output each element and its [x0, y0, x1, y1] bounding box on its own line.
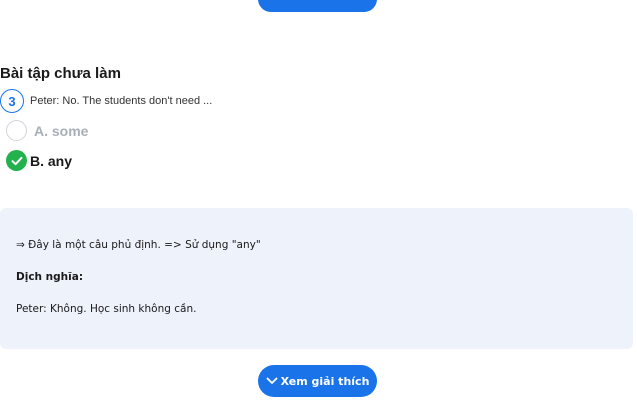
question-row: 3 Peter: No. The students don't need ...: [0, 89, 212, 113]
question-number-badge: 3: [0, 89, 24, 113]
question-text: Peter: No. The students don't need ...: [30, 95, 213, 107]
top-action-button[interactable]: [258, 0, 377, 12]
check-icon[interactable]: [6, 150, 27, 171]
option-b-label: B. any: [30, 152, 73, 169]
option-a[interactable]: A. some: [6, 120, 88, 141]
option-a-label: A. some: [34, 122, 89, 139]
chevron-down-icon: [266, 377, 278, 385]
show-explanation-label: Xem giải thích: [280, 374, 370, 388]
show-explanation-button[interactable]: Xem giải thích: [258, 365, 377, 397]
radio-unselected-icon[interactable]: [6, 120, 27, 141]
translation-heading: Dịch nghĩa:: [16, 271, 84, 283]
explanation-reason: ⇒ Đây là một câu phủ định. => Sử dụng "a…: [16, 239, 261, 251]
translation-text: Peter: Không. Học sinh không cần.: [16, 303, 197, 315]
explanation-panel: ⇒ Đây là một câu phủ định. => Sử dụng "a…: [0, 208, 633, 349]
section-title: Bài tập chưa làm: [0, 65, 121, 82]
option-b[interactable]: B. any: [6, 150, 72, 171]
